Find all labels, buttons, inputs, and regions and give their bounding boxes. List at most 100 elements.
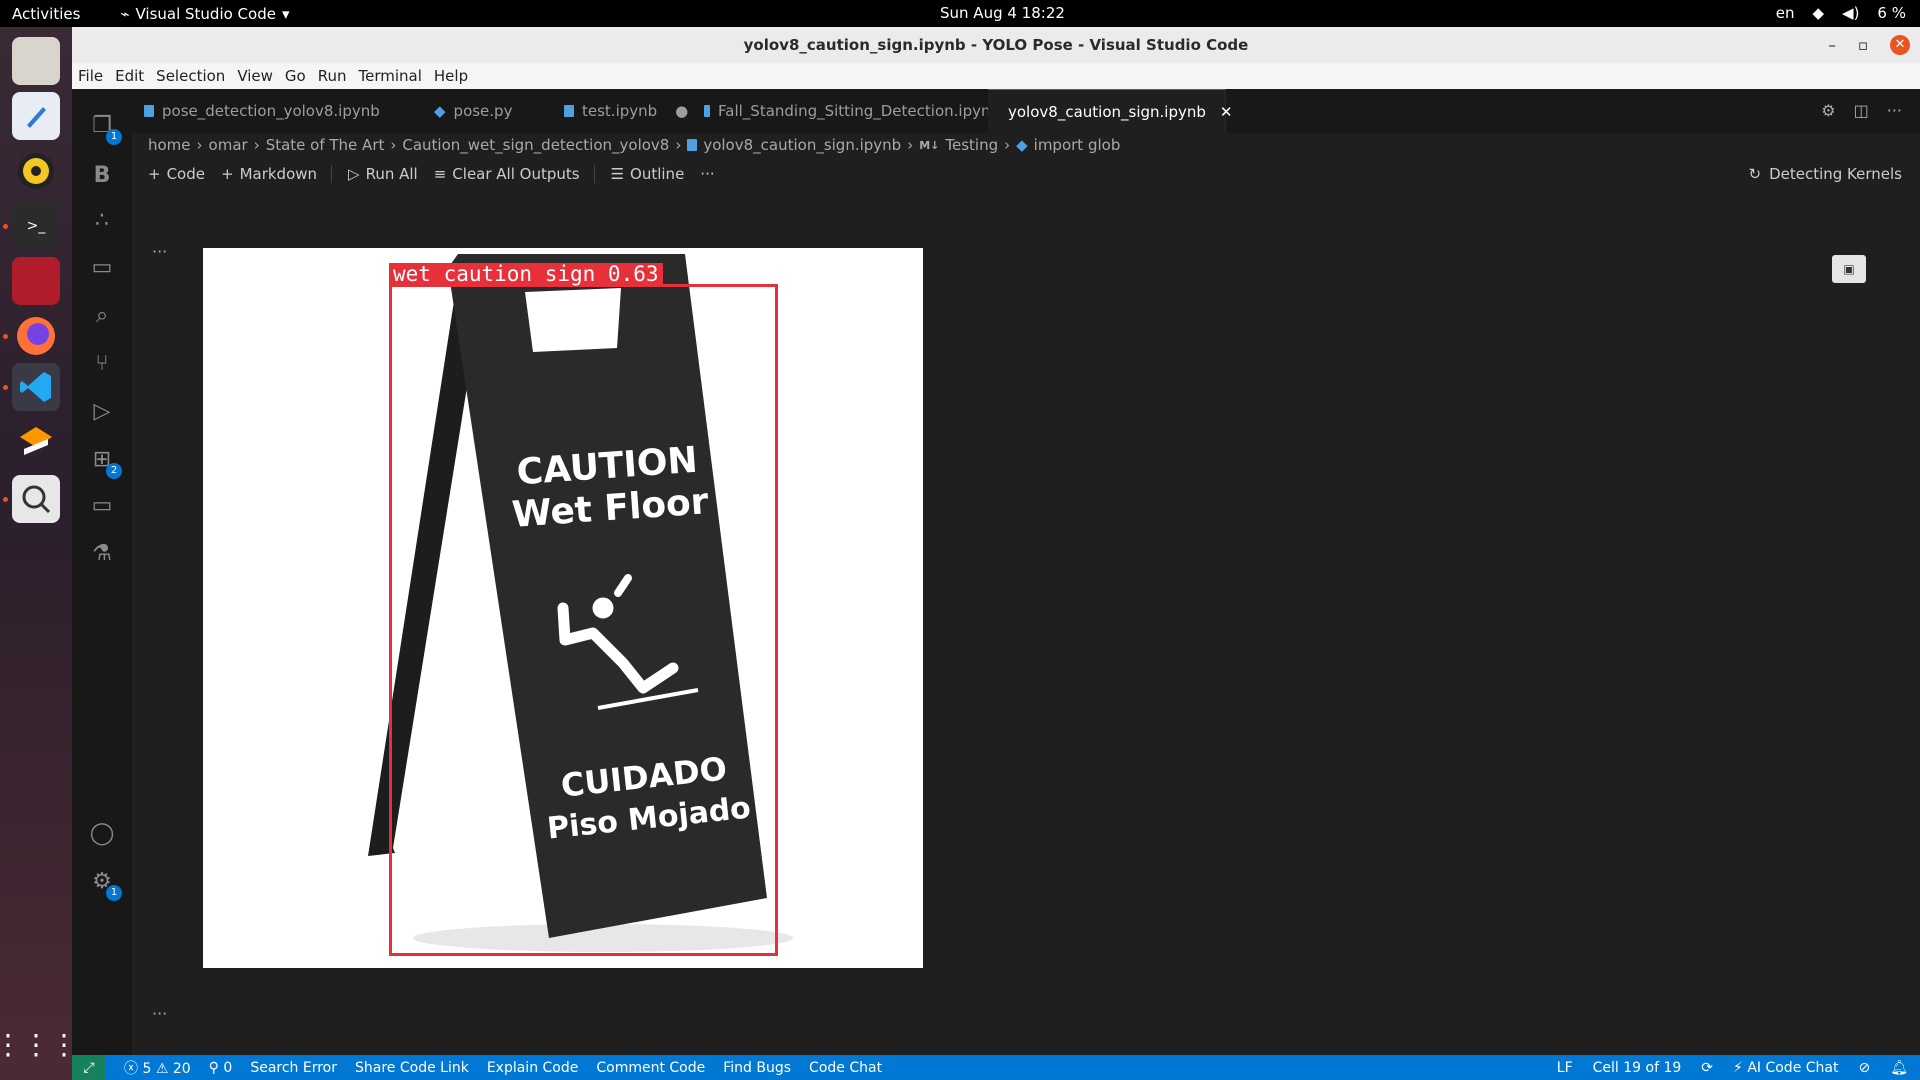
files-icon[interactable] (12, 37, 60, 85)
run-all-button[interactable]: ▷ Run All (348, 165, 418, 183)
close-icon[interactable]: ✕ (1890, 35, 1910, 55)
cell-menu-dots[interactable]: ··· (152, 242, 167, 261)
warning-count: 20 (172, 1060, 191, 1077)
tab-yolov8-caution[interactable]: yolov8_caution_sign.ipynb ✕ (988, 89, 1232, 134)
sync-icon[interactable]: ⟳ (1701, 1060, 1713, 1076)
cell-menu-dots[interactable]: ··· (152, 1004, 167, 1023)
add-code-button[interactable]: + Code (148, 165, 205, 183)
extensions-icon[interactable]: ⊞ 2 (86, 443, 122, 479)
detection-label: wet caution sign 0.63 (389, 263, 663, 285)
vscode-icon[interactable] (12, 363, 60, 411)
activities-button[interactable]: Activities (12, 5, 80, 23)
app-menu[interactable]: ⌁ Visual Studio Code ▾ (120, 5, 289, 23)
toolbar-more-button[interactable]: ··· (700, 165, 714, 183)
play-icon: ▷ (348, 165, 360, 183)
battery-indicator: 6 % (1877, 4, 1906, 22)
menu-edit[interactable]: Edit (115, 67, 144, 85)
b-extension-icon[interactable]: B (86, 159, 118, 191)
add-markdown-button[interactable]: + Markdown (221, 165, 317, 183)
app-red-icon[interactable] (12, 257, 60, 305)
menu-file[interactable]: File (78, 67, 103, 85)
manage-gear-icon[interactable]: ⚙ 1 (86, 865, 122, 901)
menu-view[interactable]: View (237, 67, 273, 85)
menu-selection[interactable]: Selection (156, 67, 225, 85)
plus-icon: + (148, 165, 161, 183)
outline-button[interactable]: ☰ Outline (611, 165, 685, 183)
copilot-off-icon[interactable]: ⊘ (1858, 1060, 1870, 1076)
minimize-icon[interactable]: – (1828, 27, 1836, 63)
tab-fall-standing[interactable]: Fall_Standing_Sitting_Detection.ipynb (692, 89, 1001, 133)
cell-indicator[interactable]: Cell 19 of 19 (1593, 1060, 1682, 1076)
split-editor-icon[interactable]: ◫ (1854, 101, 1869, 120)
breadcrumb-item[interactable]: Testing (945, 136, 998, 154)
breadcrumb-item[interactable]: omar (209, 136, 248, 154)
explorer-icon[interactable]: ❐ 1 (86, 109, 122, 145)
ai-code-chat-button[interactable]: ⚡ AI Code Chat (1733, 1060, 1838, 1076)
text-editor-icon[interactable] (12, 92, 60, 140)
firefox-icon[interactable] (12, 312, 60, 360)
notifications-bell-icon[interactable]: 🔔︎ (1890, 1060, 1908, 1076)
menu-go[interactable]: Go (285, 67, 306, 85)
show-apps-icon[interactable]: ⋮⋮⋮ (0, 1020, 78, 1068)
chevron-right-icon: › (1004, 136, 1011, 154)
clear-outputs-button[interactable]: ≡ Clear All Outputs (434, 165, 580, 183)
clock[interactable]: Sun Aug 4 18:22 (940, 4, 1065, 22)
breadcrumb-item[interactable]: home (148, 136, 191, 154)
rhythmbox-icon[interactable] (12, 147, 60, 195)
chevron-right-icon: › (390, 136, 397, 154)
extensions-badge: 2 (106, 463, 122, 479)
unsaved-dot-icon[interactable]: ● (675, 102, 688, 120)
remote-indicator-icon[interactable]: ⤢ (72, 1055, 106, 1080)
close-tab-icon[interactable]: ✕ (1220, 103, 1233, 121)
account-icon[interactable]: ◯ (86, 817, 118, 849)
tab-pose-py[interactable]: ◆ pose.py (422, 89, 553, 133)
share-code-link-button[interactable]: Share Code Link (355, 1060, 469, 1076)
language-indicator[interactable]: en (1776, 4, 1795, 22)
menu-run[interactable]: Run (318, 67, 347, 85)
notebook-icon (144, 105, 154, 117)
problems-indicator[interactable]: ⓧ 5 ⚠ 20 (124, 1058, 191, 1078)
source-control-icon[interactable]: ⑂ (86, 347, 118, 379)
breadcrumb-item[interactable]: yolov8_caution_sign.ipynb (703, 136, 901, 154)
menu-help[interactable]: Help (434, 67, 468, 85)
remote-explorer-icon[interactable]: ▭ (86, 489, 118, 521)
lightning-icon: ⚡ (1733, 1059, 1743, 1076)
graph-icon[interactable]: ∴ (86, 204, 118, 236)
tab-pose-detection[interactable]: pose_detection_yolov8.ipynb (132, 89, 435, 133)
chat-icon[interactable]: ▭ (86, 251, 118, 283)
more-actions-icon[interactable]: ··· (1887, 101, 1902, 120)
kernel-status[interactable]: ↻ Detecting Kernels (1749, 165, 1903, 183)
running-indicator (3, 385, 8, 390)
maximize-icon[interactable]: ▫ (1858, 27, 1868, 63)
system-tray[interactable]: en ◆ ◀) 6 % (1776, 4, 1906, 22)
tab-test[interactable]: test.ipynb ● (552, 89, 693, 133)
breadcrumb-item[interactable]: import glob (1034, 136, 1121, 154)
list-icon: ☰ (610, 165, 625, 183)
menu-bar: File Edit Selection View Go Run Terminal… (72, 63, 1920, 89)
ports-indicator[interactable]: ⚲ 0 (209, 1060, 233, 1076)
find-bugs-button[interactable]: Find Bugs (723, 1060, 791, 1076)
search-icon[interactable]: ⌕ (86, 299, 118, 331)
breadcrumb-item[interactable]: Caution_wet_sign_detection_yolov8 (402, 136, 669, 154)
terminal-icon[interactable]: >_ (12, 202, 60, 250)
gear-icon[interactable]: ⚙ (1821, 101, 1835, 120)
menu-terminal[interactable]: Terminal (359, 67, 422, 85)
running-indicator (3, 224, 8, 229)
breadcrumb-item[interactable]: State of The Art (266, 136, 385, 154)
eol-indicator[interactable]: LF (1557, 1060, 1573, 1076)
error-icon: ⓧ (124, 1060, 138, 1077)
code-chat-button[interactable]: Code Chat (809, 1060, 882, 1076)
python-icon: ◆ (1016, 136, 1028, 154)
sublime-icon[interactable] (12, 419, 60, 467)
explain-code-button[interactable]: Explain Code (487, 1060, 579, 1076)
run-debug-icon[interactable]: ▷ (86, 395, 118, 427)
detection-bounding-box (389, 284, 778, 956)
volume-icon: ◀) (1842, 4, 1860, 22)
testing-icon[interactable]: ⚗ (86, 537, 118, 569)
outline-label: Outline (630, 165, 685, 183)
save-output-icon[interactable]: ▣ (1832, 255, 1866, 283)
search-app-icon[interactable] (12, 475, 60, 523)
activity-bar: ❐ 1 B ∴ ▭ ⌕ ⑂ ▷ ⊞ 2 ▭ ⚗ ◯ ⚙ 1 (72, 89, 132, 1055)
comment-code-button[interactable]: Comment Code (596, 1060, 705, 1076)
search-error-button[interactable]: Search Error (250, 1060, 337, 1076)
